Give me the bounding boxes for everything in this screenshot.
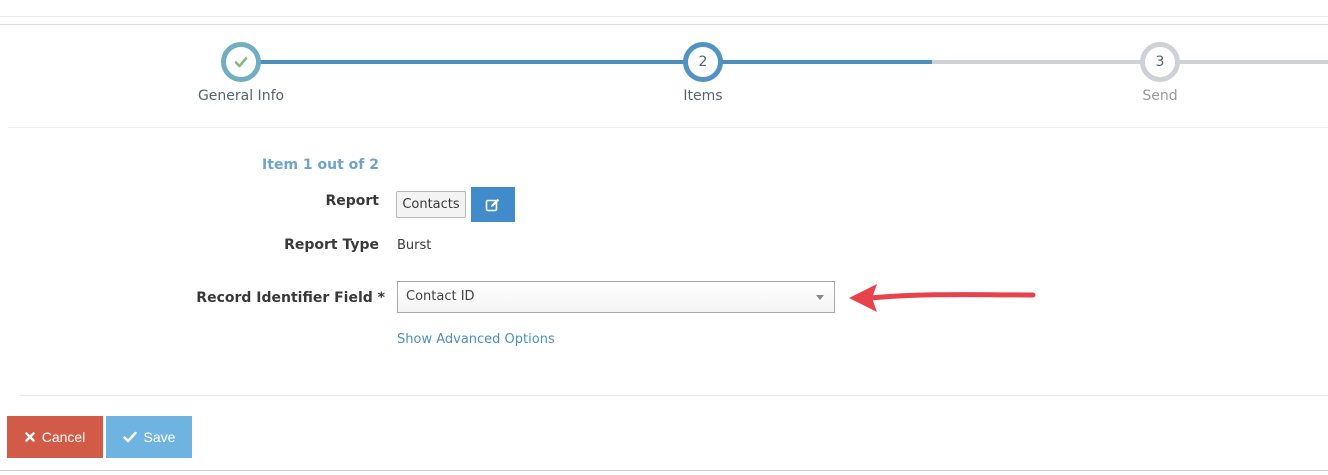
top-divider (0, 16, 1328, 17)
annotation-arrow-icon (849, 284, 1036, 312)
step-1-label: General Info (197, 88, 285, 104)
record-identifier-select[interactable]: Contact ID (397, 281, 835, 313)
cancel-label: Cancel (41, 429, 86, 445)
show-advanced-options-link[interactable]: Show Advanced Options (397, 332, 555, 347)
report-type-label: Report Type (284, 237, 379, 253)
check-icon (234, 57, 248, 68)
step-3-number: 3 (1155, 54, 1165, 70)
cancel-button[interactable]: Cancel (7, 416, 103, 458)
chevron-down-icon (816, 295, 824, 300)
edit-icon (485, 198, 500, 211)
progress-track-complete (241, 60, 932, 64)
step-2-label: Items (683, 88, 723, 104)
step-2-number: 2 (698, 54, 708, 70)
wizard-steps: 2 3 General Info Items Send (0, 25, 1328, 128)
step-1-circle[interactable] (221, 42, 261, 82)
report-type-value: Burst (397, 238, 432, 253)
report-name: Contacts (402, 197, 460, 212)
save-button[interactable]: Save (106, 416, 192, 458)
bottom-border (0, 470, 1328, 471)
save-label: Save (143, 429, 176, 445)
step-3-label: Send (1142, 88, 1178, 104)
close-icon (25, 432, 35, 442)
record-identifier-value: Contact ID (406, 289, 475, 304)
edit-report-button[interactable] (471, 187, 515, 222)
wizard-divider (8, 127, 1328, 128)
check-icon (122, 431, 137, 443)
step-2-circle[interactable]: 2 (683, 42, 723, 82)
progress-track-pending (932, 60, 1328, 64)
item-counter: Item 1 out of 2 (262, 157, 379, 173)
record-identifier-label: Record Identifier Field * (196, 290, 385, 306)
report-label: Report (325, 193, 379, 209)
step-3-circle[interactable]: 3 (1140, 42, 1180, 82)
form-divider (20, 395, 1328, 396)
report-name-button[interactable]: Contacts (396, 191, 466, 218)
